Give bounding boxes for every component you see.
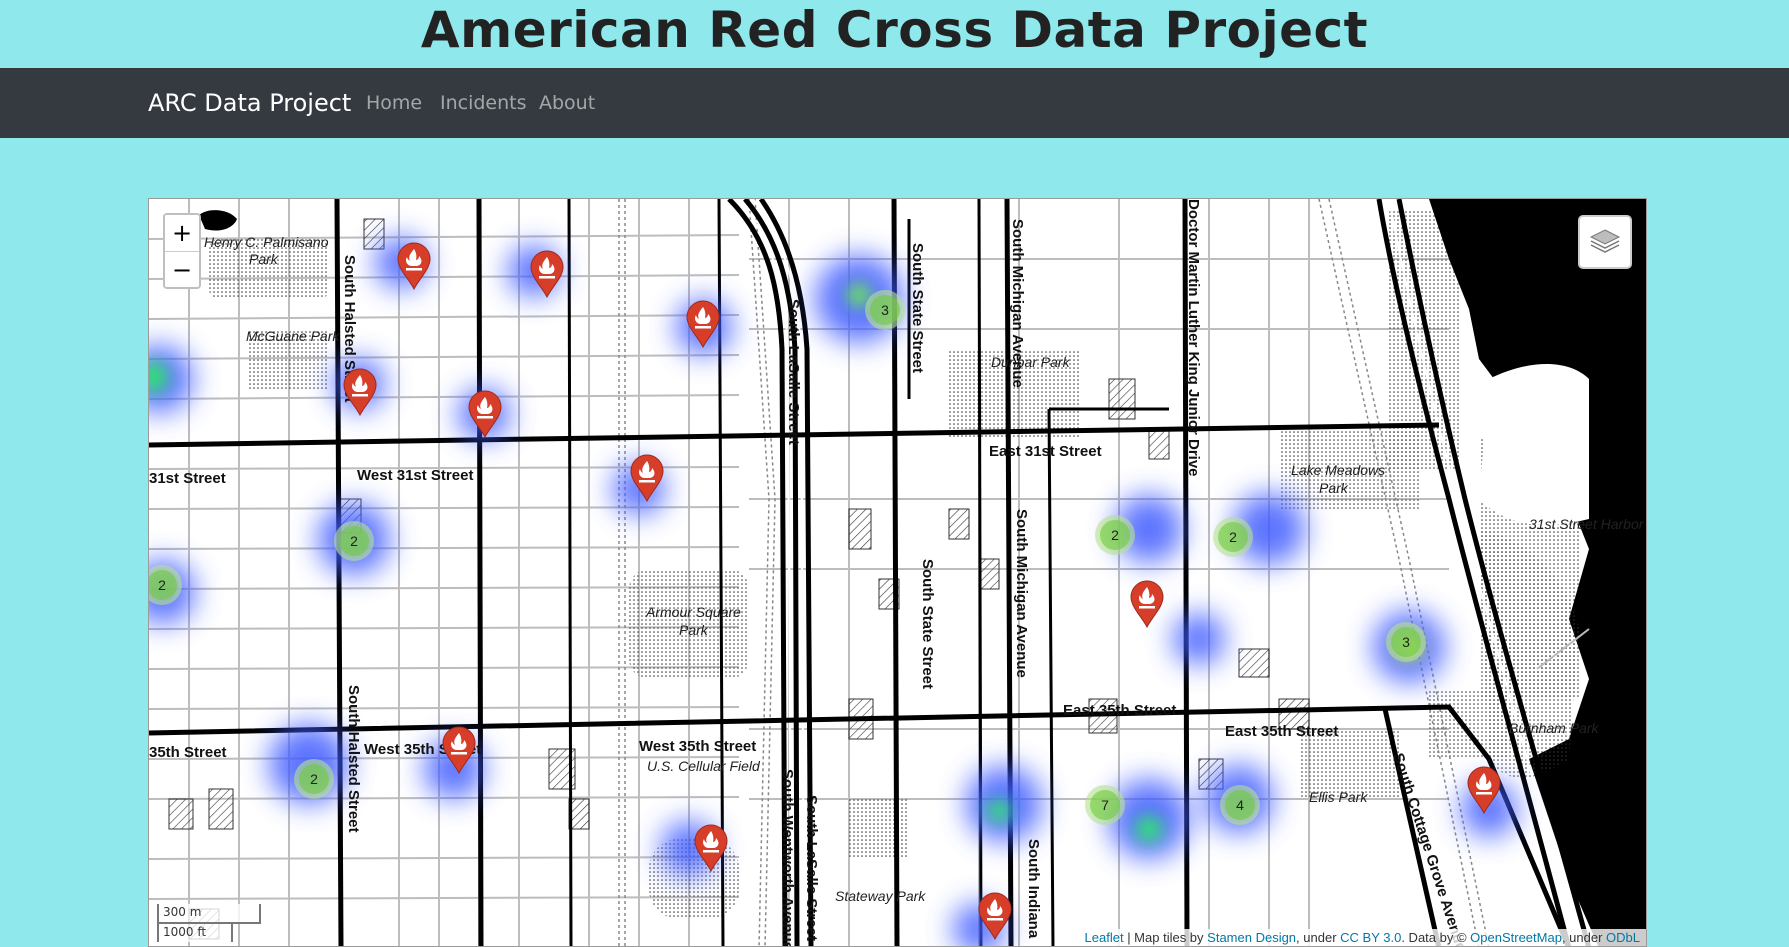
attribution-text: . Data by ©: [1401, 930, 1471, 945]
incident-marker[interactable]: [976, 891, 1014, 941]
map-label-michigan-top: South Michigan Avenue: [1009, 219, 1026, 388]
cluster-marker[interactable]: 3: [865, 290, 905, 330]
cluster-marker[interactable]: 2: [1095, 515, 1135, 555]
scale-imperial: 1000 ft: [157, 922, 233, 942]
incident-marker[interactable]: [628, 453, 666, 503]
stamen-link[interactable]: Stamen Design: [1207, 930, 1296, 945]
scale-metric: 300 m: [157, 904, 261, 924]
fire-icon: [978, 892, 1012, 941]
cluster-marker[interactable]: 4: [1220, 785, 1260, 825]
map-label-east-31st: East 31st Street: [989, 443, 1102, 460]
incident-marker[interactable]: [528, 249, 566, 299]
zoom-out-button[interactable]: −: [165, 252, 199, 287]
cluster-marker[interactable]: 2: [294, 759, 334, 799]
brand-link[interactable]: ARC Data Project: [148, 68, 351, 138]
fire-icon: [686, 300, 720, 349]
fire-icon: [694, 824, 728, 873]
fire-icon: [397, 242, 431, 291]
map-label-lasalle-bottom: South LaSalle Street: [803, 795, 820, 941]
map-label-east-35th-b: East 35th Street: [1225, 723, 1338, 740]
attribution-text: | Map tiles by: [1123, 930, 1208, 945]
incident-marker[interactable]: [1465, 765, 1503, 815]
navbar: ARC Data Project Home Incidents About: [0, 68, 1789, 138]
map-label-harbor: 31st Street Harbor: [1529, 516, 1645, 532]
map-label-east-35th-a: East 35th Street: [1063, 702, 1176, 719]
map-label-35th: 35th Street: [149, 744, 227, 761]
map-label-michigan-bottom: South Michigan Avenue: [1013, 509, 1030, 678]
map-label-west-31st: West 31st Street: [357, 467, 473, 484]
layers-button[interactable]: [1578, 215, 1632, 269]
incident-marker[interactable]: [466, 389, 504, 439]
osm-link[interactable]: OpenStreetMap: [1470, 930, 1562, 945]
incident-marker[interactable]: [1128, 579, 1166, 629]
map-label-west-35th-a: West 35th Street: [639, 738, 756, 755]
incident-marker[interactable]: [684, 299, 722, 349]
nav-link-about[interactable]: About: [539, 68, 595, 138]
map-label-palmisano: Henry C. Palmisano: [204, 234, 329, 250]
incident-marker[interactable]: [440, 725, 478, 775]
map-label-cellular-field: U.S. Cellular Field: [647, 758, 761, 774]
map-label-armour-park: Park: [679, 622, 709, 638]
cluster-marker[interactable]: 7: [1085, 785, 1125, 825]
cluster-marker[interactable]: 3: [1386, 622, 1426, 662]
map-label-state-bottom: South State Street: [919, 559, 936, 689]
map-attribution: Leaflet | Map tiles by Stamen Design, un…: [1078, 929, 1646, 946]
map-label-armour-square: Armour Square: [645, 604, 741, 620]
fire-icon: [442, 726, 476, 775]
cc-link[interactable]: CC BY 3.0: [1340, 930, 1401, 945]
page-title: American Red Cross Data Project: [420, 1, 1369, 59]
zoom-in-button[interactable]: +: [165, 215, 199, 252]
scale-bar: 300 m 1000 ft: [157, 904, 261, 942]
odbl-link[interactable]: ODbL: [1606, 930, 1640, 945]
map-label-wentworth: South Wentworth Avenue: [779, 769, 796, 947]
map-label-halsted-bottom: South Halsted Street: [345, 685, 362, 833]
incident-marker[interactable]: [341, 367, 379, 417]
map-label-mlk-drive: Doctor Martin Luther King Junior Drive: [1185, 199, 1202, 477]
incident-marker[interactable]: [395, 241, 433, 291]
map-label-stateway-park: Stateway Park: [835, 888, 926, 904]
map-label-state-top: South State Street: [909, 243, 926, 373]
map-label-lasalle: South LaSalle Street: [785, 299, 802, 445]
zoom-control: + −: [163, 213, 201, 289]
fire-icon: [1130, 580, 1164, 629]
map-label-ellis-park: Ellis Park: [1309, 789, 1368, 805]
map-label-lake-meadows-park: Park: [1319, 480, 1349, 496]
map-label-palmisano-park: Park: [249, 251, 279, 267]
fire-icon: [630, 454, 664, 503]
fire-icon: [1467, 766, 1501, 815]
map-label-lake-meadows: Lake Meadows: [1291, 462, 1385, 478]
cluster-marker[interactable]: 2: [334, 521, 374, 561]
map-label-indiana: South Indiana: [1025, 839, 1042, 939]
nav-link-home[interactable]: Home: [366, 68, 422, 138]
incident-map[interactable]: Henry C. Palmisano Park McGuane Park Dun…: [148, 198, 1647, 947]
map-label-dunbar-park: Dunbar Park: [991, 354, 1071, 370]
map-label-mcguane-park: McGuane Park: [246, 328, 340, 344]
fire-icon: [530, 250, 564, 299]
fire-icon: [343, 368, 377, 417]
incident-marker[interactable]: [692, 823, 730, 873]
map-label-burnham-park: Burnham Park: [1509, 720, 1599, 736]
map-label-31st: 31st Street: [149, 470, 226, 487]
fire-icon: [468, 390, 502, 439]
attribution-text: , under: [1296, 930, 1341, 945]
leaflet-link[interactable]: Leaflet: [1085, 930, 1124, 945]
nav-link-incidents[interactable]: Incidents: [440, 68, 527, 138]
attribution-text: , under: [1561, 930, 1607, 945]
layers-icon: [1589, 229, 1621, 253]
cluster-marker[interactable]: 2: [1213, 517, 1253, 557]
